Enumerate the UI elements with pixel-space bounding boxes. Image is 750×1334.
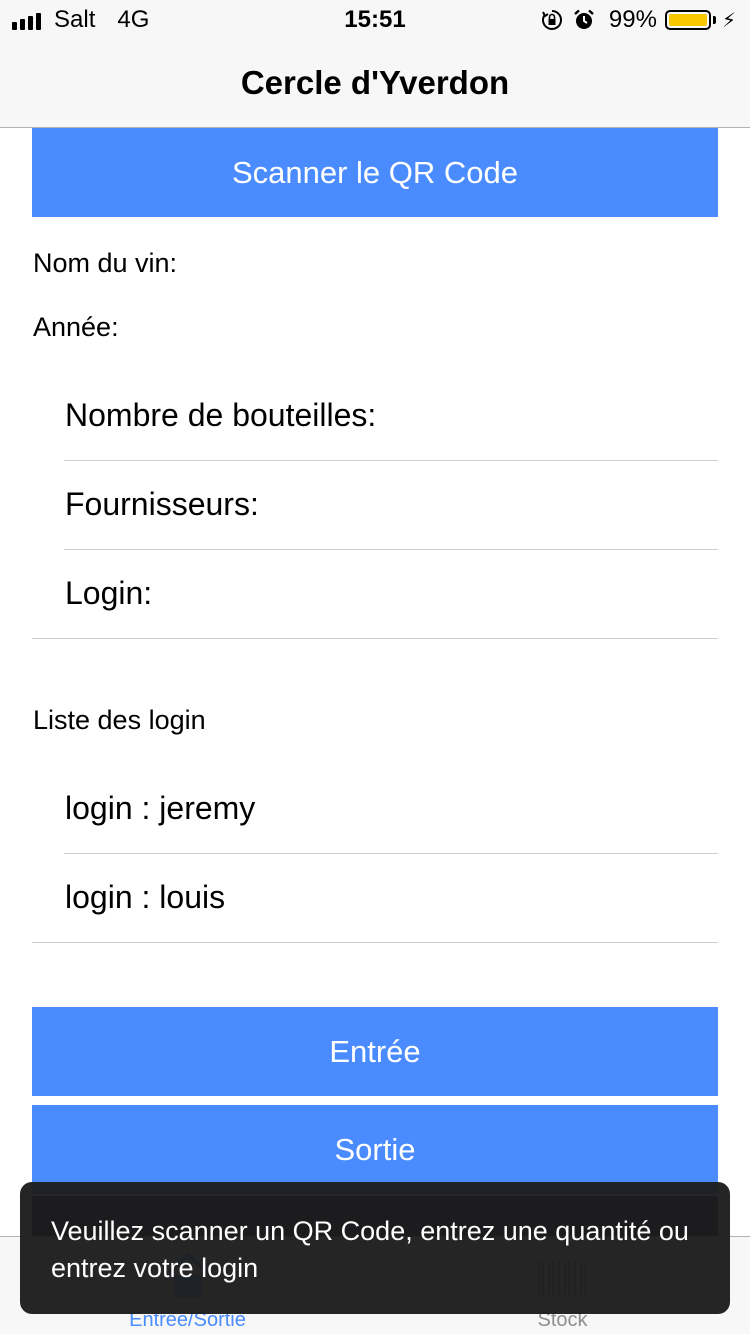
status-bar: Salt 4G 15:51 99% ⚡︎: [0, 0, 750, 40]
entry-button[interactable]: Entrée: [32, 1007, 718, 1096]
charging-icon: ⚡︎: [721, 9, 736, 32]
scan-qr-button[interactable]: Scanner le QR Code: [32, 128, 718, 217]
toast-message: Veuillez scanner un QR Code, entrez une …: [20, 1182, 730, 1314]
exit-button[interactable]: Sortie: [32, 1105, 718, 1194]
wine-name-label: Nom du vin:: [33, 248, 178, 278]
section-separator: [32, 942, 718, 943]
login-list-item[interactable]: login : jeremy: [65, 790, 255, 827]
toast-text: Veuillez scanner un QR Code, entrez une …: [51, 1216, 689, 1283]
battery-fill: [668, 14, 707, 26]
navigation-bar: Cercle d'Yverdon: [0, 40, 750, 128]
row-separator: [64, 460, 718, 461]
section-separator: [32, 638, 718, 639]
login-list-item[interactable]: login : louis: [65, 879, 225, 916]
suppliers-label[interactable]: Fournisseurs:: [65, 486, 259, 523]
year-label: Année:: [33, 312, 119, 342]
login-list-header: Liste des login: [33, 705, 206, 735]
alarm-icon: [574, 9, 594, 29]
login-field-label[interactable]: Login:: [65, 575, 152, 612]
bottle-count-label[interactable]: Nombre de bouteilles:: [65, 397, 376, 434]
orientation-lock-icon: [541, 10, 562, 30]
row-separator: [64, 853, 718, 854]
app-screen: Salt 4G 15:51 99% ⚡︎ Cercle d'Yverdon Sc…: [0, 0, 750, 1334]
page-title: Cercle d'Yverdon: [240, 64, 510, 101]
battery-icon: [664, 10, 711, 30]
status-right: 99% ⚡︎: [541, 6, 736, 34]
battery-percent: 99%: [608, 6, 657, 33]
row-separator: [64, 549, 718, 550]
battery-tip: [712, 16, 716, 24]
